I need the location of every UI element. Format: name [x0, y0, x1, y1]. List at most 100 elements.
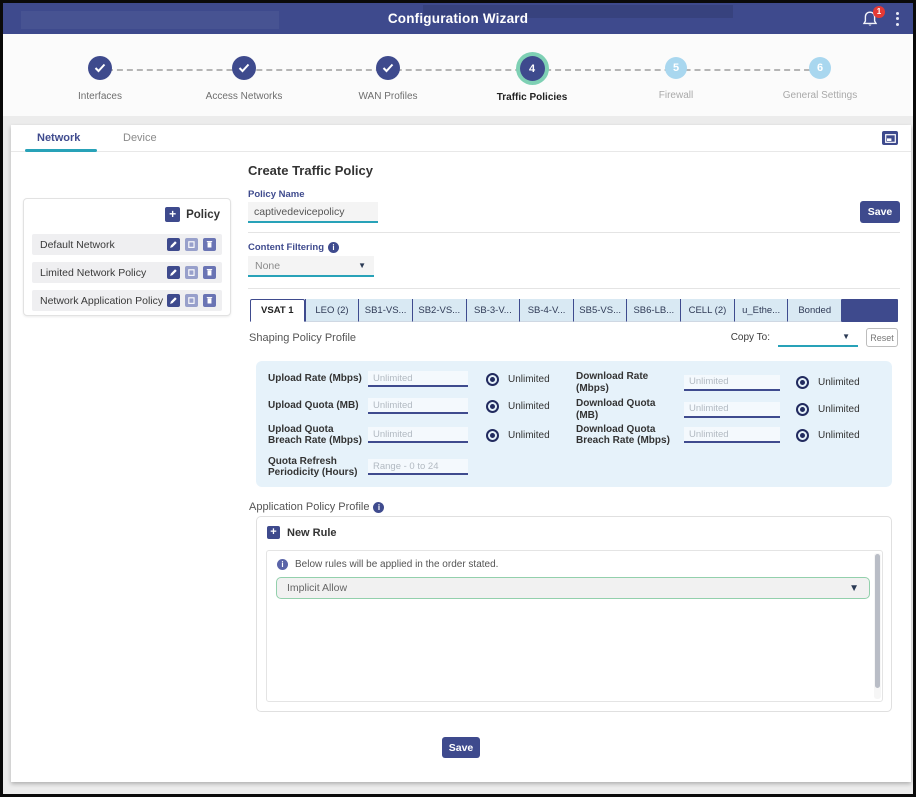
upload-breach-row: Upload Quota Breach Rate (Mbps) Unlimite…	[268, 419, 568, 451]
form-title: Create Traffic Policy	[248, 163, 373, 178]
upload-rate-row: Upload Rate (Mbps) Unlimited	[268, 371, 568, 387]
edit-icon[interactable]	[167, 266, 180, 279]
info-icon[interactable]: i	[328, 242, 339, 253]
application-policy-box: + New Rule i Below rules will be applied…	[256, 516, 892, 712]
wan-tab-sb6[interactable]: SB6-LB...	[626, 299, 680, 322]
shaping-panel: Upload Rate (Mbps) Unlimited Upload Quot…	[256, 361, 892, 487]
delete-icon[interactable]	[203, 266, 216, 279]
wan-tab-leo[interactable]: LEO (2)	[305, 299, 359, 322]
app-header: Configuration Wizard 1	[3, 3, 913, 34]
policy-row[interactable]: Default Network	[32, 234, 222, 255]
new-rule-button[interactable]: + New Rule	[267, 526, 337, 539]
download-breach-input[interactable]	[684, 427, 780, 443]
view-tabbar: Network Device	[11, 125, 911, 152]
copy-icon[interactable]	[185, 238, 198, 251]
wan-tab-ethernet[interactable]: u_Ethe...	[734, 299, 788, 322]
upload-rate-input[interactable]	[368, 371, 468, 387]
info-icon: i	[277, 559, 288, 570]
step-firewall[interactable]: 5 Firewall	[611, 56, 741, 101]
wan-tab-sb3[interactable]: SB-3-V...	[466, 299, 520, 322]
unlimited-radio[interactable]	[796, 376, 809, 389]
tab-device[interactable]: Device	[123, 125, 157, 152]
upload-breach-input[interactable]	[368, 427, 468, 443]
scrollbar-track[interactable]	[874, 553, 881, 699]
rules-info-text: Below rules will be applied in the order…	[295, 559, 498, 570]
step-interfaces[interactable]: Interfaces	[35, 56, 165, 102]
copy-to-label: Copy To:	[731, 332, 770, 343]
save-button[interactable]: Save	[860, 201, 900, 223]
unlimited-radio[interactable]	[796, 403, 809, 416]
wan-tab-vsat1[interactable]: VSAT 1	[250, 299, 305, 322]
quota-refresh-input[interactable]	[368, 459, 468, 475]
tab-network[interactable]: Network	[37, 125, 80, 152]
popout-window-icon[interactable]	[882, 131, 898, 145]
step-access-networks[interactable]: Access Networks	[179, 56, 309, 102]
download-rate-row: Download Rate (Mbps) Unlimited	[576, 371, 882, 394]
main-panel: Network Device + Policy Default Network	[11, 125, 911, 782]
unlimited-radio[interactable]	[486, 429, 499, 442]
copy-to-dropdown[interactable]: ▼	[778, 328, 858, 347]
notifications-bell-icon[interactable]: 1	[862, 10, 878, 28]
application-title: Application Policy Profilei	[249, 501, 384, 513]
chevron-down-icon: ▼	[842, 332, 858, 341]
plus-icon: +	[165, 207, 180, 222]
wan-tab-bonded[interactable]: Bonded	[787, 299, 841, 322]
policy-name-label: Policy Name	[248, 189, 305, 200]
wan-tab-sb5[interactable]: SB5-VS...	[573, 299, 627, 322]
policy-row[interactable]: Limited Network Policy	[32, 262, 222, 283]
step-traffic-policies[interactable]: 4 Traffic Policies	[467, 56, 597, 103]
save-policy-button[interactable]: Save	[442, 737, 480, 758]
edit-icon[interactable]	[167, 294, 180, 307]
download-breach-row: Download Quota Breach Rate (Mbps) Unlimi…	[576, 419, 882, 451]
unlimited-radio[interactable]	[796, 429, 809, 442]
kebab-menu-icon[interactable]	[892, 10, 903, 28]
quota-refresh-row: Quota Refresh Periodicity (Hours)	[268, 451, 568, 483]
wizard-stepper: Interfaces Access Networks WAN Profiles …	[3, 34, 913, 116]
upload-quota-input[interactable]	[368, 398, 468, 414]
edit-icon[interactable]	[167, 238, 180, 251]
unlimited-radio[interactable]	[486, 400, 499, 413]
check-icon	[376, 56, 400, 80]
step-number: 6	[809, 57, 831, 79]
plus-icon: +	[267, 526, 280, 539]
check-icon	[88, 56, 112, 80]
wan-tab-sb2[interactable]: SB2-VS...	[412, 299, 466, 322]
policy-list-panel: + Policy Default Network Limited Network…	[23, 198, 231, 316]
step-general-settings[interactable]: 6 General Settings	[755, 56, 885, 101]
download-quota-row: Download Quota (MB) Unlimited	[576, 398, 882, 421]
rule-dropdown[interactable]: Implicit Allow ▼	[276, 577, 870, 599]
policy-name-input[interactable]	[248, 202, 378, 223]
copy-icon[interactable]	[185, 294, 198, 307]
unlimited-radio[interactable]	[486, 373, 499, 386]
page-title: Configuration Wizard	[3, 3, 913, 34]
active-tab-indicator	[25, 149, 97, 152]
copy-icon[interactable]	[185, 266, 198, 279]
divider	[248, 232, 900, 233]
wan-tab-cell[interactable]: CELL (2)	[680, 299, 734, 322]
policy-row[interactable]: Network Application Policy	[32, 290, 222, 311]
download-quota-input[interactable]	[684, 402, 780, 418]
step-wan-profiles[interactable]: WAN Profiles	[323, 56, 453, 102]
step-number: 4	[520, 56, 545, 81]
divider	[248, 288, 900, 289]
wan-tabstrip-end-block[interactable]	[841, 299, 898, 322]
wan-tabstrip: VSAT 1 LEO (2) SB1-VS... SB2-VS... SB-3-…	[250, 299, 898, 322]
reset-button[interactable]: Reset	[866, 328, 898, 347]
delete-icon[interactable]	[203, 294, 216, 307]
check-icon	[232, 56, 256, 80]
step-number: 5	[665, 57, 687, 79]
notification-badge: 1	[873, 6, 885, 18]
content-filtering-label: Content Filteringi	[248, 242, 339, 253]
info-icon[interactable]: i	[373, 502, 384, 513]
add-policy-button[interactable]: + Policy	[165, 207, 220, 222]
delete-icon[interactable]	[203, 238, 216, 251]
scrollbar-thumb[interactable]	[875, 554, 880, 688]
chevron-down-icon: ▼	[358, 261, 374, 270]
download-rate-input[interactable]	[684, 375, 780, 391]
app-window: Configuration Wizard 1 Interfaces Access…	[0, 0, 916, 797]
wan-tab-sb1[interactable]: SB1-VS...	[358, 299, 412, 322]
wan-tab-sb4[interactable]: SB-4-V...	[519, 299, 573, 322]
content-filtering-dropdown[interactable]: None ▼	[248, 256, 374, 277]
upload-quota-row: Upload Quota (MB) Unlimited	[268, 398, 568, 414]
chevron-down-icon: ▼	[849, 583, 869, 594]
